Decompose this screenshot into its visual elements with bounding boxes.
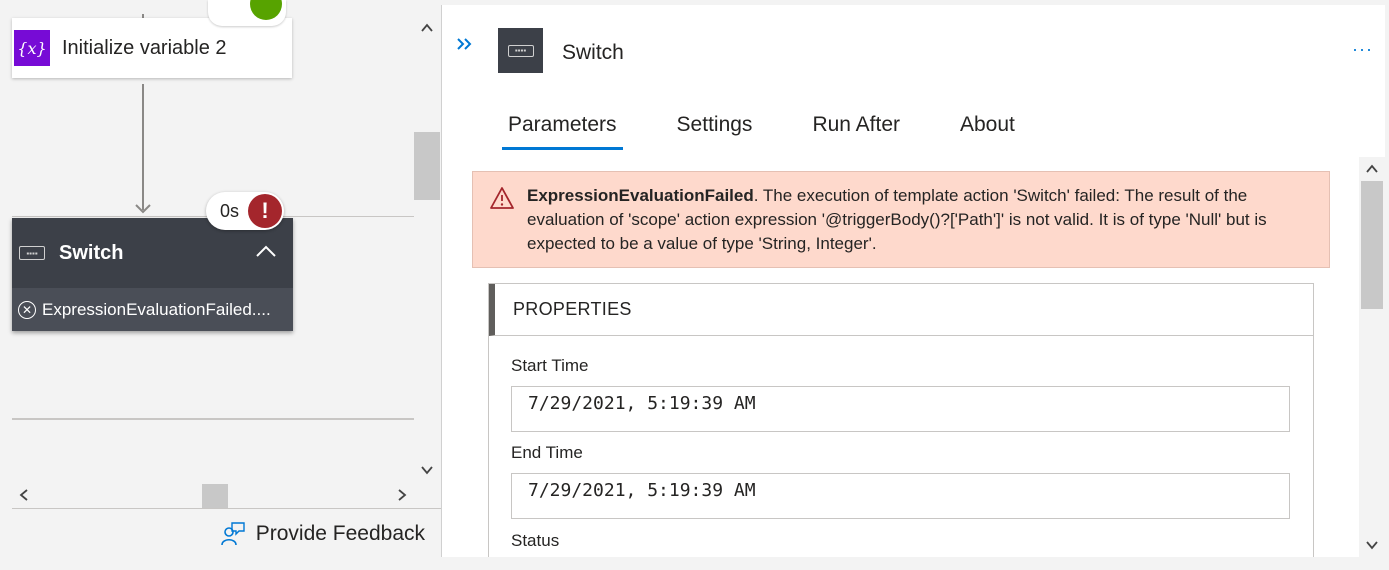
parameters-content: ExpressionEvaluationFailed. The executio…	[472, 171, 1330, 557]
provide-feedback-button[interactable]: Provide Feedback	[12, 508, 441, 558]
duration-badge[interactable]: 0s !	[206, 192, 284, 230]
scroll-left-icon[interactable]	[16, 487, 32, 503]
switch-icon: ▪▪▪▪	[507, 44, 534, 57]
feedback-icon	[220, 521, 245, 545]
scroll-thumb[interactable]	[1361, 181, 1383, 309]
tab-run-after[interactable]: Run After	[806, 113, 906, 150]
card-title: Switch	[59, 241, 124, 264]
canvas-horizontal-scrollbar[interactable]	[12, 482, 414, 508]
tab-parameters[interactable]: Parameters	[502, 113, 623, 150]
panel-vertical-scrollbar[interactable]	[1359, 157, 1385, 557]
start-time-field[interactable]: 7/29/2021, 5:19:39 AM	[511, 386, 1290, 432]
card-title: Initialize variable 2	[62, 36, 227, 59]
initialize-variable-card[interactable]: {x} Initialize variable 2	[12, 18, 292, 78]
canvas-divider	[12, 418, 414, 420]
panel-tabs: Parameters Settings Run After About	[502, 113, 1069, 150]
scroll-right-icon[interactable]	[394, 487, 410, 503]
switch-action-icon: ▪▪▪▪	[498, 28, 543, 73]
canvas-vertical-scrollbar[interactable]	[414, 14, 440, 480]
error-summary: ExpressionEvaluationFailed....	[42, 299, 271, 319]
connector-line	[142, 84, 144, 210]
scroll-down-icon[interactable]	[419, 462, 435, 478]
scroll-down-icon[interactable]	[1364, 537, 1380, 553]
success-icon	[250, 0, 282, 20]
properties-section: PROPERTIES Start Time 7/29/2021, 5:19:39…	[488, 283, 1314, 557]
scroll-up-icon[interactable]	[419, 20, 435, 36]
feedback-label: Provide Feedback	[255, 521, 425, 545]
error-circle-icon: ✕	[18, 300, 36, 319]
arrow-down-icon	[135, 204, 151, 214]
switch-error-row[interactable]: ✕ ExpressionEvaluationFailed....	[12, 288, 293, 331]
error-code: ExpressionEvaluationFailed	[527, 186, 754, 205]
chevron-up-icon[interactable]	[255, 244, 277, 258]
switch-card[interactable]: ▪▪▪▪ Switch ✕ ExpressionEvaluationFailed…	[12, 218, 293, 331]
success-badge[interactable]	[208, 0, 286, 26]
tab-settings[interactable]: Settings	[671, 113, 759, 150]
tab-about[interactable]: About	[954, 113, 1021, 150]
error-message-box: ExpressionEvaluationFailed. The executio…	[472, 171, 1330, 268]
properties-header[interactable]: PROPERTIES	[489, 284, 1313, 336]
start-time-label: Start Time	[511, 356, 589, 375]
switch-icon: ▪▪▪▪	[19, 246, 45, 260]
end-time-label: End Time	[511, 443, 583, 462]
warning-icon	[490, 187, 514, 209]
designer-canvas[interactable]: {x} Initialize variable 2 ▪▪▪▪ Switch ✕ …	[0, 0, 441, 570]
scroll-thumb[interactable]	[414, 132, 440, 200]
status-label: Status	[511, 531, 560, 550]
error-icon: !	[248, 194, 282, 228]
panel-title: Switch	[562, 41, 624, 64]
action-details-panel: ▪▪▪▪ Switch ··· Parameters Settings Run …	[441, 5, 1385, 557]
collapse-panel-icon[interactable]	[454, 33, 476, 55]
duration-text: 0s	[220, 200, 240, 221]
scroll-thumb[interactable]	[202, 484, 228, 508]
more-options-button[interactable]: ···	[1352, 39, 1373, 60]
end-time-field[interactable]: 7/29/2021, 5:19:39 AM	[511, 473, 1290, 519]
scroll-up-icon[interactable]	[1364, 161, 1380, 177]
variable-icon: {x}	[14, 30, 50, 66]
